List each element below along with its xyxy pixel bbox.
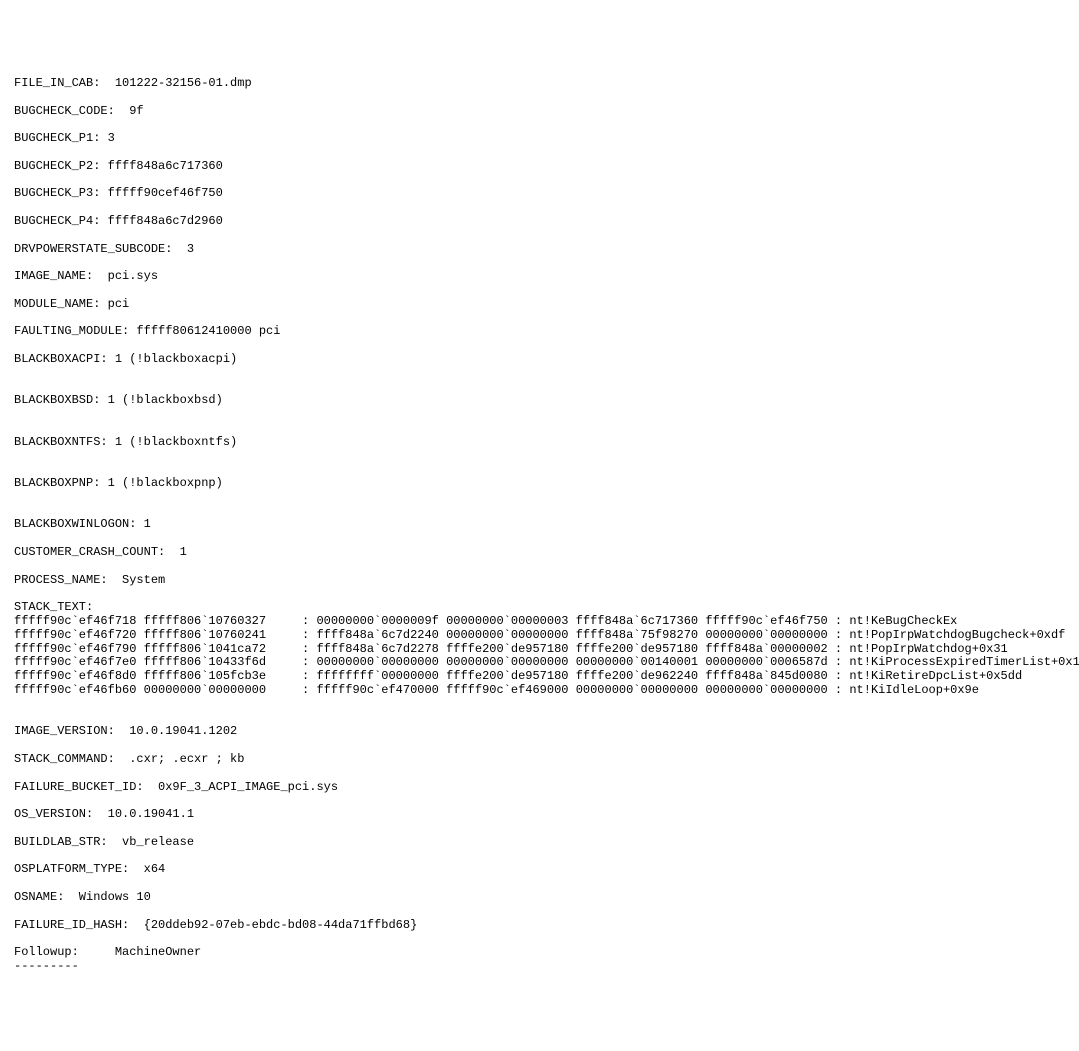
dump-line: [14, 381, 1065, 395]
dump-line: [14, 339, 1065, 353]
dump-line: [14, 587, 1065, 601]
dump-line: BUGCHECK_P4: ffff848a6c7d2960: [14, 215, 1065, 229]
dump-line: [14, 505, 1065, 519]
dump-line: [14, 532, 1065, 546]
dump-line: [14, 256, 1065, 270]
dump-line: fffff90c`ef46f720 fffff806`10760241 : ff…: [14, 629, 1065, 643]
dump-line: [14, 174, 1065, 188]
dump-line: IMAGE_NAME: pci.sys: [14, 270, 1065, 284]
dump-line: [14, 229, 1065, 243]
dump-line: [14, 698, 1065, 712]
dump-line: STACK_COMMAND: .cxr; .ecxr ; kb: [14, 753, 1065, 767]
dump-line: STACK_TEXT:: [14, 601, 1065, 615]
dump-line: [14, 822, 1065, 836]
dump-line: [14, 932, 1065, 946]
dump-line: [14, 312, 1065, 326]
dump-line: [14, 367, 1065, 381]
dump-line: [14, 422, 1065, 436]
dump-line: Followup: MachineOwner: [14, 946, 1065, 960]
crash-dump-output: FILE_IN_CAB: 101222-32156-01.dmp BUGCHEC…: [0, 69, 1079, 982]
dump-line: ---------: [14, 960, 1065, 974]
dump-line: fffff90c`ef46f790 fffff806`1041ca72 : ff…: [14, 643, 1065, 657]
dump-line: BUGCHECK_P2: ffff848a6c717360: [14, 160, 1065, 174]
dump-line: [14, 712, 1065, 726]
dump-line: BLACKBOXNTFS: 1 (!blackboxntfs): [14, 436, 1065, 450]
dump-line: OS_VERSION: 10.0.19041.1: [14, 808, 1065, 822]
dump-line: BUGCHECK_CODE: 9f: [14, 105, 1065, 119]
dump-line: BLACKBOXACPI: 1 (!blackboxacpi): [14, 353, 1065, 367]
dump-line: fffff90c`ef46f8d0 fffff806`105fcb3e : ff…: [14, 670, 1065, 684]
dump-line: BLACKBOXWINLOGON: 1: [14, 518, 1065, 532]
dump-line: BUGCHECK_P3: fffff90cef46f750: [14, 187, 1065, 201]
dump-line: CUSTOMER_CRASH_COUNT: 1: [14, 546, 1065, 560]
dump-line: [14, 146, 1065, 160]
dump-line: [14, 794, 1065, 808]
dump-line: fffff90c`ef46f7e0 fffff806`10433f6d : 00…: [14, 656, 1065, 670]
dump-line: [14, 905, 1065, 919]
dump-line: BLACKBOXPNP: 1 (!blackboxpnp): [14, 477, 1065, 491]
dump-line: [14, 284, 1065, 298]
dump-line: [14, 118, 1065, 132]
dump-line: [14, 767, 1065, 781]
dump-line: [14, 850, 1065, 864]
dump-line: PROCESS_NAME: System: [14, 574, 1065, 588]
dump-line: BUILDLAB_STR: vb_release: [14, 836, 1065, 850]
dump-line: [14, 877, 1065, 891]
dump-line: fffff90c`ef46fb60 00000000`00000000 : ff…: [14, 684, 1065, 698]
dump-line: OSNAME: Windows 10: [14, 891, 1065, 905]
dump-line: IMAGE_VERSION: 10.0.19041.1202: [14, 725, 1065, 739]
dump-line: FAILURE_ID_HASH: {20ddeb92-07eb-ebdc-bd0…: [14, 919, 1065, 933]
dump-line: OSPLATFORM_TYPE: x64: [14, 863, 1065, 877]
dump-line: [14, 450, 1065, 464]
dump-line: MODULE_NAME: pci: [14, 298, 1065, 312]
dump-line: fffff90c`ef46f718 fffff806`10760327 : 00…: [14, 615, 1065, 629]
dump-line: [14, 201, 1065, 215]
dump-line: [14, 491, 1065, 505]
dump-line: FILE_IN_CAB: 101222-32156-01.dmp: [14, 77, 1065, 91]
dump-line: [14, 739, 1065, 753]
dump-line: [14, 408, 1065, 422]
dump-line: [14, 560, 1065, 574]
dump-line: DRVPOWERSTATE_SUBCODE: 3: [14, 243, 1065, 257]
dump-line: [14, 91, 1065, 105]
dump-line: [14, 463, 1065, 477]
dump-line: FAULTING_MODULE: fffff80612410000 pci: [14, 325, 1065, 339]
dump-line: BUGCHECK_P1: 3: [14, 132, 1065, 146]
dump-line: BLACKBOXBSD: 1 (!blackboxbsd): [14, 394, 1065, 408]
dump-line: FAILURE_BUCKET_ID: 0x9F_3_ACPI_IMAGE_pci…: [14, 781, 1065, 795]
